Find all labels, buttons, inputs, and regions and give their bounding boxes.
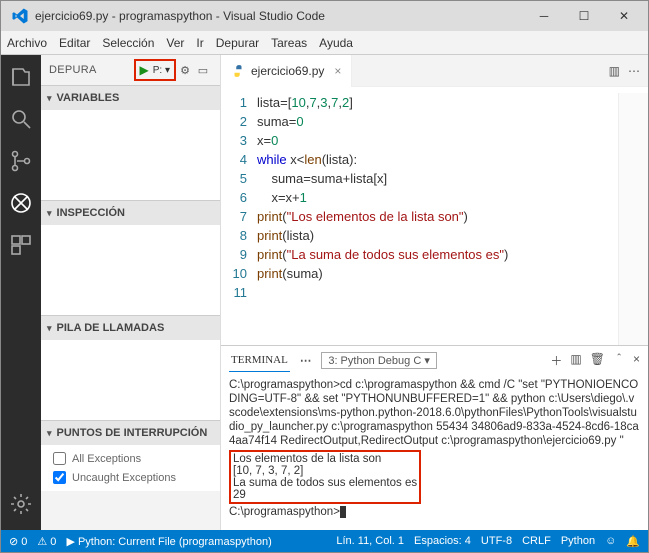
code-editor[interactable]: 1234567891011 lista=[10,7,3,7,2]suma=0x=…	[221, 87, 648, 345]
tab-bar: ejercicio69.py × ▥ ⋯	[221, 55, 648, 87]
status-feedback-icon[interactable]: ☺	[605, 535, 616, 548]
new-terminal-icon[interactable]: ＋	[550, 352, 562, 369]
close-panel-icon[interactable]: ×	[633, 352, 640, 369]
debug-sidebar: DEPURA ▶ P: ▾ ⚙ ▭ VARIABLES INSPECCIÓN P…	[41, 55, 221, 530]
more-actions-icon[interactable]: ⋯	[628, 64, 640, 78]
terminal-body[interactable]: C:\programaspython>cd c:\programaspython…	[221, 374, 648, 530]
terminal-out1: Los elementos de la lista son	[233, 453, 417, 465]
menu-depurar[interactable]: Depurar	[216, 36, 259, 50]
search-icon[interactable]	[9, 107, 33, 131]
terminal-out3: La suma de todos sus elementos es	[233, 477, 417, 489]
python-file-icon	[231, 64, 245, 78]
watch-header[interactable]: INSPECCIÓN	[41, 201, 220, 225]
kill-terminal-icon[interactable]: 🗑	[590, 352, 605, 369]
maximize-panel-icon[interactable]: ＾	[613, 352, 625, 369]
all-exceptions-checkbox[interactable]: All Exceptions	[41, 449, 220, 468]
settings-icon[interactable]	[9, 492, 33, 516]
watch-section[interactable]: INSPECCIÓN	[41, 200, 220, 315]
menu-tareas[interactable]: Tareas	[271, 36, 307, 50]
menu-seleccion[interactable]: Selección	[102, 36, 154, 50]
editor-tab[interactable]: ejercicio69.py ×	[221, 55, 352, 87]
debug-config-selector[interactable]: P: ▾	[153, 65, 170, 76]
terminal-cmd: C:\programaspython>cd c:\programaspython…	[229, 378, 640, 448]
terminal-panel: TERMINAL ⋯ 3: Python Debug C ▾ ＋ ▥ 🗑 ＾ ×…	[221, 345, 648, 530]
terminal-output-highlight: Los elementos de la lista son [10, 7, 3,…	[229, 450, 421, 504]
status-language[interactable]: Python	[561, 535, 595, 548]
terminal-tab[interactable]: TERMINAL	[229, 349, 290, 372]
menu-bar: Archivo Editar Selección Ver Ir Depurar …	[1, 31, 648, 55]
status-indent[interactable]: Espacios: 4	[414, 535, 471, 548]
minimize-button[interactable]: ─	[524, 2, 564, 30]
menu-archivo[interactable]: Archivo	[7, 36, 47, 50]
editor-area: ejercicio69.py × ▥ ⋯ 1234567891011 lista…	[221, 55, 648, 530]
tab-close-icon[interactable]: ×	[334, 64, 341, 78]
breakpoints-header[interactable]: PUNTOS DE INTERRUPCIÓN	[41, 421, 220, 445]
maximize-button[interactable]: ☐	[564, 2, 604, 30]
status-errors[interactable]: ⊘ 0	[9, 535, 27, 548]
scm-icon[interactable]	[9, 149, 33, 173]
debug-settings-button[interactable]: ⚙	[176, 64, 194, 77]
callstack-section[interactable]: PILA DE LLAMADAS	[41, 315, 220, 420]
terminal-prompt: C:\programaspython>	[229, 506, 340, 518]
status-notifications-icon[interactable]: 🔔	[626, 535, 640, 548]
callstack-header[interactable]: PILA DE LLAMADAS	[41, 316, 220, 340]
debug-console-button[interactable]: ▭	[194, 64, 212, 77]
minimap[interactable]	[618, 93, 648, 345]
status-eol[interactable]: CRLF	[522, 535, 551, 548]
status-encoding[interactable]: UTF-8	[481, 535, 512, 548]
status-debug-config[interactable]: ▶ Python: Current File (programaspython)	[66, 535, 271, 548]
variables-section[interactable]: VARIABLES	[41, 85, 220, 200]
split-editor-icon[interactable]: ▥	[609, 64, 620, 78]
variables-header[interactable]: VARIABLES	[41, 86, 220, 110]
tab-label: ejercicio69.py	[251, 64, 324, 78]
status-line-col[interactable]: Lín. 11, Col. 1	[336, 535, 404, 548]
activity-bar	[1, 55, 41, 530]
status-bar: ⊘ 0 ⚠ 0 ▶ Python: Current File (programa…	[1, 530, 648, 552]
split-terminal-icon[interactable]: ▥	[570, 352, 581, 369]
terminal-out2: [10, 7, 3, 7, 2]	[233, 465, 417, 477]
status-warnings[interactable]: ⚠ 0	[37, 535, 56, 548]
menu-ayuda[interactable]: Ayuda	[319, 36, 353, 50]
explorer-icon[interactable]	[9, 65, 33, 89]
title-bar: ejercicio69.py - programaspython - Visua…	[1, 1, 648, 31]
vscode-icon	[11, 7, 29, 25]
panel-overflow-icon[interactable]: ⋯	[300, 353, 312, 367]
terminal-out4: 29	[233, 489, 417, 501]
uncaught-exceptions-label: Uncaught Exceptions	[72, 472, 176, 484]
menu-ver[interactable]: Ver	[166, 36, 184, 50]
debug-icon[interactable]	[9, 191, 33, 215]
debug-run-cluster: ▶ P: ▾	[134, 59, 176, 81]
all-exceptions-label: All Exceptions	[72, 453, 141, 465]
start-debug-button[interactable]: ▶	[140, 63, 149, 77]
terminal-cursor	[340, 506, 346, 518]
menu-ir[interactable]: Ir	[196, 36, 203, 50]
uncaught-exceptions-checkbox[interactable]: Uncaught Exceptions	[41, 468, 220, 487]
terminal-selector[interactable]: 3: Python Debug C ▾	[321, 352, 437, 369]
window-title: ejercicio69.py - programaspython - Visua…	[35, 9, 524, 23]
close-button[interactable]: ✕	[604, 2, 644, 30]
sidebar-title: DEPURA	[49, 64, 134, 76]
breakpoints-section[interactable]: PUNTOS DE INTERRUPCIÓN All Exceptions Un…	[41, 420, 220, 491]
extensions-icon[interactable]	[9, 233, 33, 257]
menu-editar[interactable]: Editar	[59, 36, 90, 50]
